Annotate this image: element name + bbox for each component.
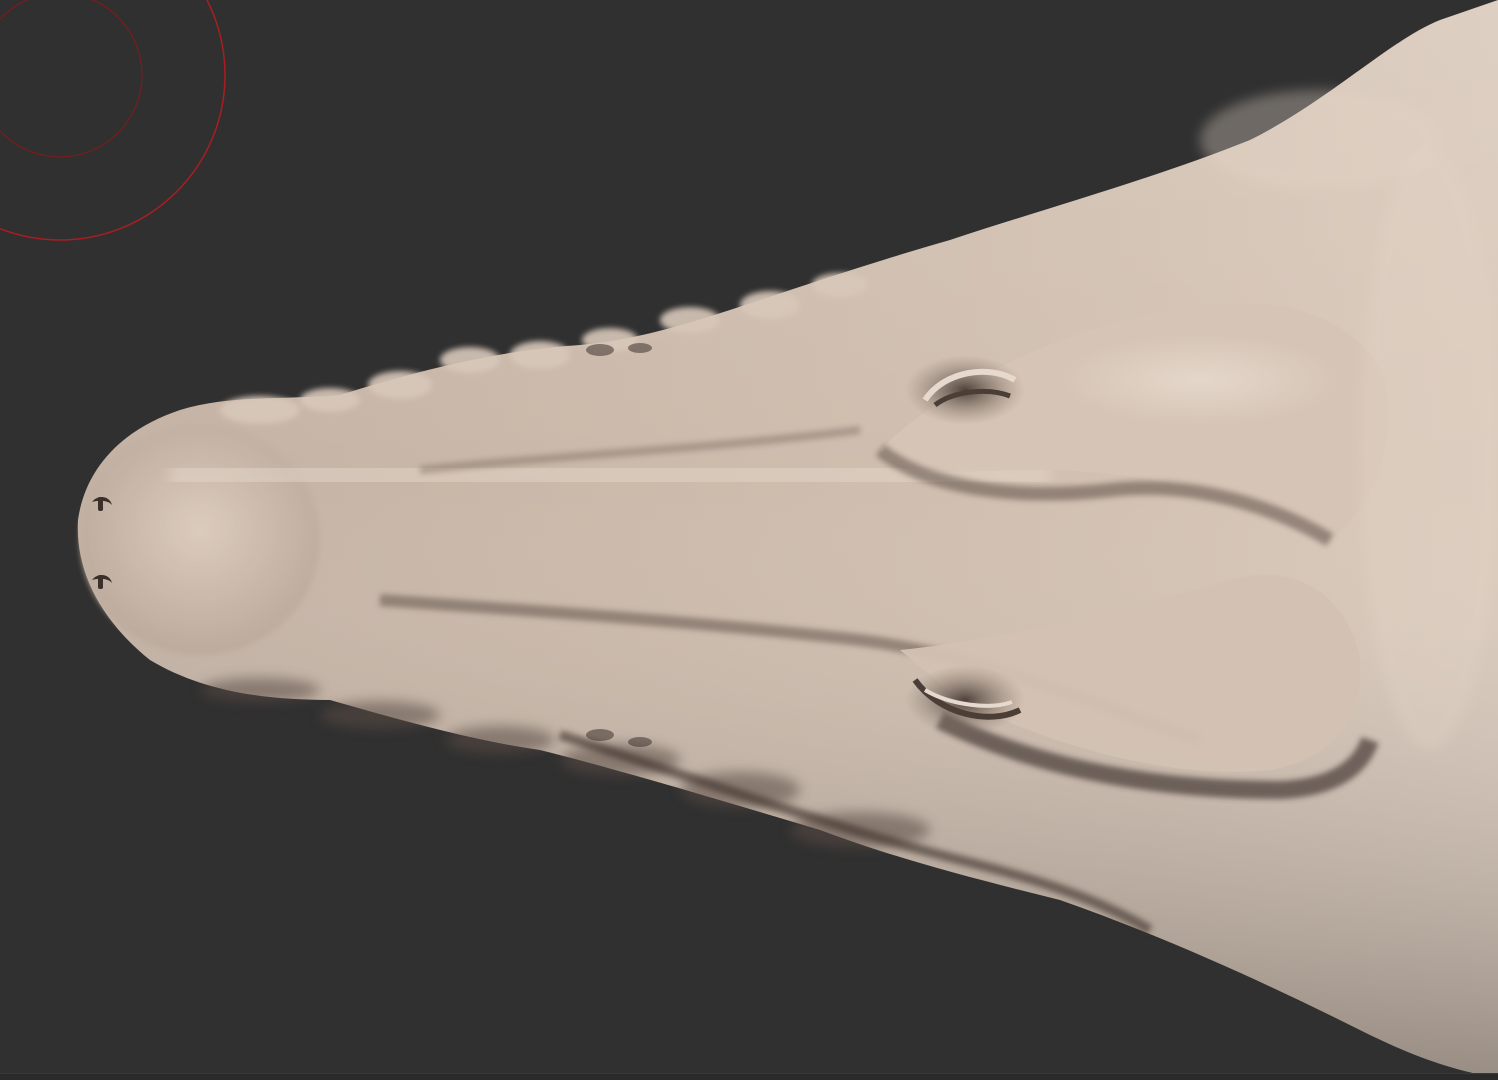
viewport-bottom-edge xyxy=(0,1073,1498,1080)
forehead-highlight xyxy=(1360,150,1498,750)
brush-inner-ring xyxy=(0,0,143,158)
lower-eye xyxy=(905,665,1025,735)
upper-eye xyxy=(905,355,1025,425)
brush-cursor[interactable] xyxy=(0,0,226,241)
brush-outer-ring xyxy=(0,0,226,241)
sculpt-viewport[interactable] xyxy=(0,0,1498,1080)
upper-brow-highlight xyxy=(1060,335,1340,425)
viewport-canvas[interactable] xyxy=(0,0,1498,1080)
neck-highlight xyxy=(1200,90,1440,190)
crocodile-head-model[interactable] xyxy=(77,0,1498,1078)
